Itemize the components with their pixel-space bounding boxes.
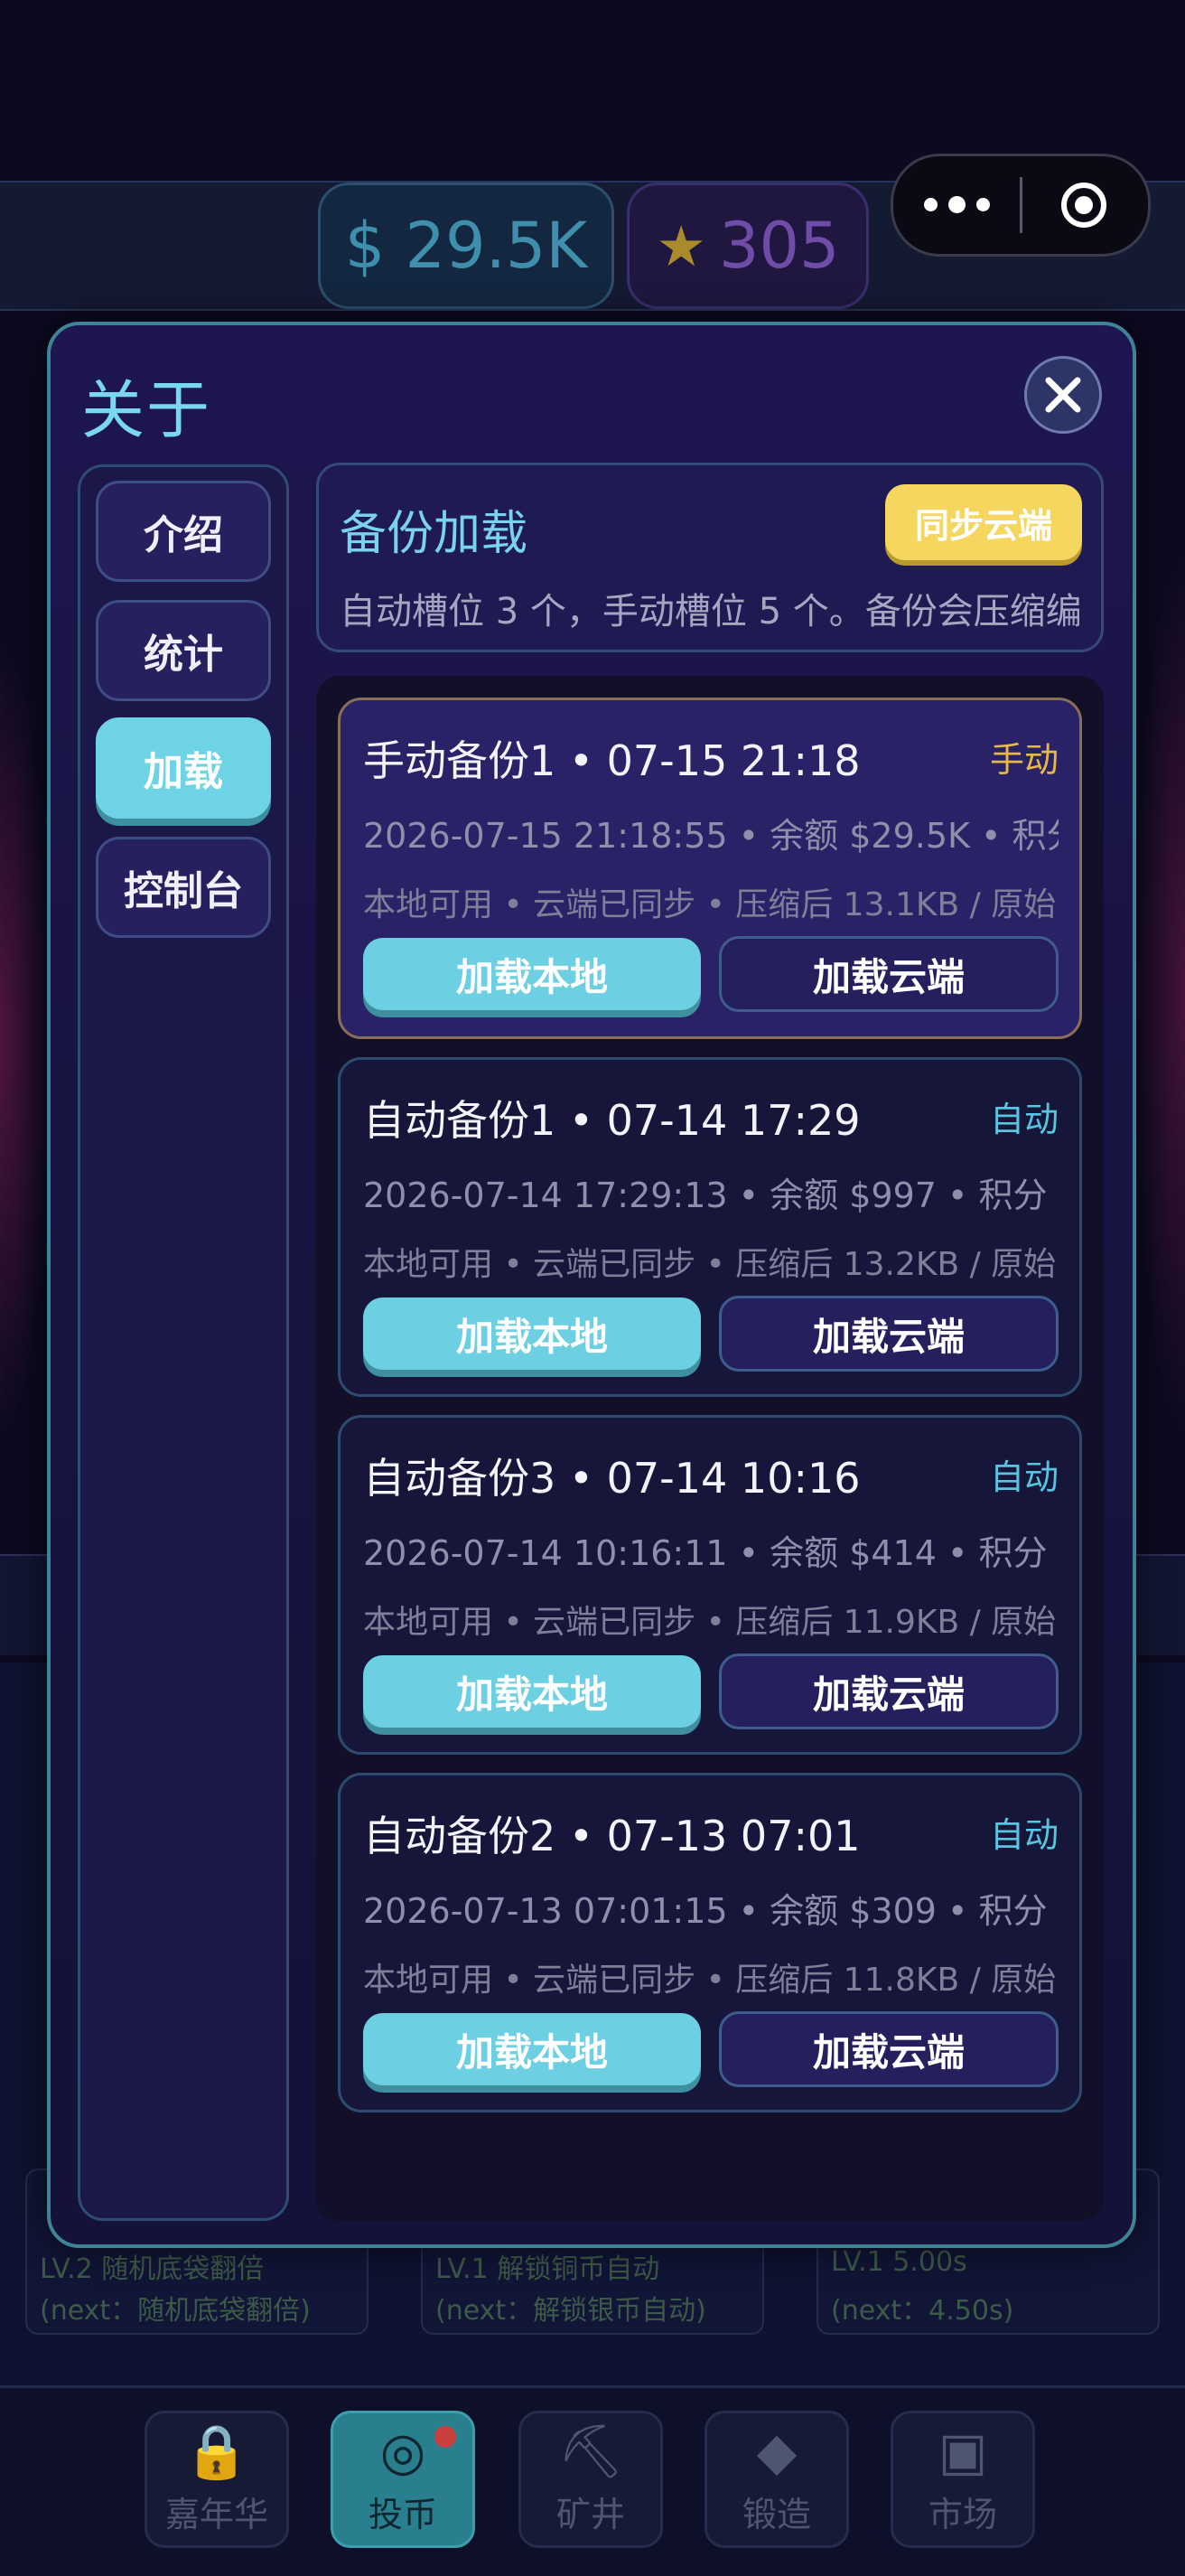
- pickaxe-icon: ⛏: [557, 2421, 624, 2482]
- tab-intro[interactable]: 介绍: [96, 481, 271, 582]
- upgrade-level: LV.2 随机底袋翻倍: [40, 2253, 265, 2285]
- load-cloud-button[interactable]: 加载云端: [719, 1653, 1059, 1729]
- nav-item-market[interactable]: ▣ 市场: [891, 2411, 1035, 2548]
- load-local-button[interactable]: 加载本地: [363, 938, 701, 1010]
- upgrade-level: LV.1 解锁铜币自动: [435, 2253, 660, 2285]
- backup-type-badge: 手动: [989, 740, 1059, 780]
- more-menu-button[interactable]: [893, 195, 1020, 213]
- upgrade-next: (next：随机底袋翻倍): [40, 2295, 311, 2327]
- diamond-icon: ◆: [756, 2421, 798, 2482]
- nav-label: 锻造: [742, 2495, 811, 2534]
- backup-title: 手动备份1 • 07-15 21:18: [363, 736, 861, 785]
- star-icon: ★: [656, 212, 706, 279]
- backup-details: 2026-07-14 17:29:13 • 余额 $997 • 积分 3: [363, 1176, 1059, 1215]
- close-miniprogram-button[interactable]: [1022, 183, 1145, 228]
- section-title: 备份加载: [340, 507, 528, 561]
- market-icon: ▣: [938, 2421, 988, 2482]
- miniprogram-capsule: [891, 154, 1151, 257]
- load-local-button[interactable]: 加载本地: [363, 1297, 701, 1370]
- notification-dot: [434, 2426, 456, 2448]
- money-value: $ 29.5K: [344, 209, 588, 283]
- backup-storage-info: 本地可用 • 云端已同步 • 压缩后 13.2KB / 原始: [363, 1246, 1057, 1283]
- backup-storage-info: 本地可用 • 云端已同步 • 压缩后 13.1KB / 原始: [363, 886, 1057, 923]
- section-description: 自动槽位 3 个，手动槽位 5 个。备份会压缩编码: [340, 591, 1080, 632]
- load-cloud-button[interactable]: 加载云端: [719, 1296, 1059, 1372]
- upgrade-level: LV.1 5.00s: [831, 2246, 967, 2278]
- backup-type-badge: 自动: [989, 1815, 1059, 1855]
- backup-title: 自动备份3 • 07-14 10:16: [363, 1454, 861, 1503]
- upgrade-next: (next：解锁银币自动): [435, 2295, 706, 2327]
- more-dots-icon: [923, 197, 938, 211]
- load-local-button[interactable]: 加载本地: [363, 1655, 701, 1728]
- load-cloud-button[interactable]: 加载云端: [719, 2011, 1059, 2087]
- nav-label: 嘉年华: [164, 2495, 268, 2534]
- stars-value: 305: [718, 209, 840, 283]
- tab-console[interactable]: 控制台: [96, 837, 271, 938]
- load-cloud-button[interactable]: 加载云端: [719, 936, 1059, 1012]
- backup-details: 2026-07-15 21:18:55 • 余额 $29.5K • 积分 305: [363, 816, 1059, 856]
- money-display: $ 29.5K: [318, 183, 614, 309]
- tab-load[interactable]: 加载: [96, 717, 271, 819]
- backup-type-badge: 自动: [989, 1100, 1059, 1139]
- backup-title: 自动备份2 • 07-13 07:01: [363, 1812, 861, 1860]
- tab-stats[interactable]: 统计: [96, 600, 271, 701]
- record-icon: [1061, 183, 1106, 228]
- backup-storage-info: 本地可用 • 云端已同步 • 压缩后 11.8KB / 原始: [363, 1962, 1057, 1999]
- nav-label: 市场: [928, 2495, 997, 2534]
- upgrade-next: (next：4.50s): [831, 2295, 1014, 2327]
- backup-details: 2026-07-14 10:16:11 • 余额 $414 • 积分 4: [363, 1533, 1059, 1573]
- backup-title: 自动备份1 • 07-14 17:29: [363, 1096, 861, 1145]
- load-local-button[interactable]: 加载本地: [363, 2013, 701, 2085]
- coin-icon: ◎: [379, 2421, 426, 2482]
- background-glow-right: [1131, 542, 1185, 1446]
- background-glow-left: [0, 632, 54, 1446]
- stars-display: ★ 305: [627, 183, 869, 309]
- nav-label: 投币: [368, 2495, 437, 2534]
- nav-label: 矿井: [555, 2495, 625, 2534]
- nav-item-mine[interactable]: ⛏ 矿井: [518, 2411, 663, 2548]
- backup-storage-info: 本地可用 • 云端已同步 • 压缩后 11.9KB / 原始: [363, 1604, 1057, 1641]
- nav-item-forge[interactable]: ◆ 锻造: [704, 2411, 849, 2548]
- sync-cloud-button[interactable]: 同步云端: [885, 484, 1082, 560]
- nav-item-carnival[interactable]: 🔒 嘉年华: [145, 2411, 289, 2548]
- nav-item-coin[interactable]: ◎ 投币: [331, 2411, 475, 2548]
- backup-details: 2026-07-13 07:01:15 • 余额 $309 • 积分 4: [363, 1891, 1059, 1931]
- lock-icon: 🔒: [183, 2421, 250, 2482]
- close-button[interactable]: [1024, 356, 1102, 434]
- backup-type-badge: 自动: [989, 1457, 1059, 1497]
- modal-title: 关于: [81, 373, 211, 447]
- close-icon: [1045, 377, 1081, 413]
